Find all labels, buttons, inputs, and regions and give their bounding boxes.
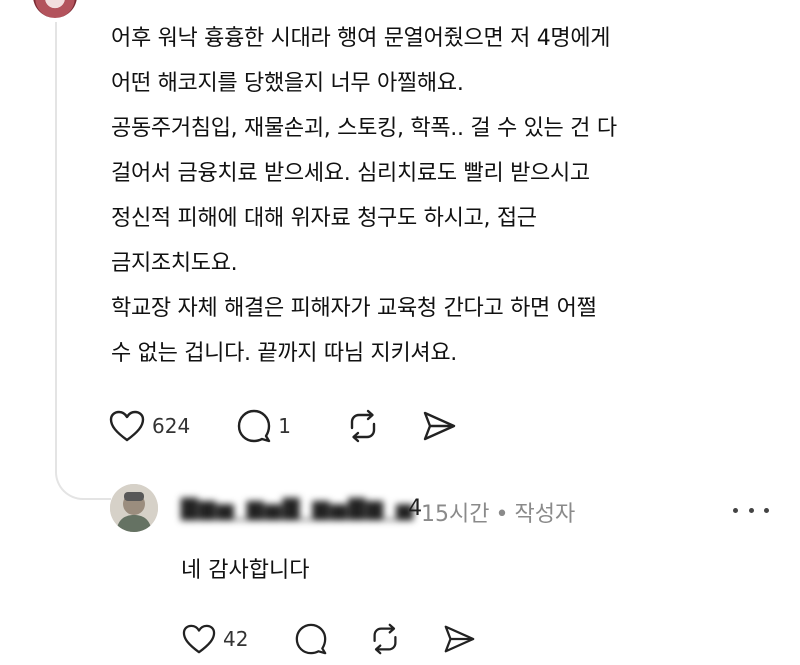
commenter-avatar[interactable]	[33, 0, 77, 18]
comment-line: 어떤 해코지를 당했을지 너무 아찔해요.	[111, 71, 464, 96]
meta-separator: •	[495, 502, 509, 527]
reply-button[interactable]	[294, 622, 328, 656]
reply-button[interactable]: 1	[236, 408, 291, 444]
comment-actions: 624 1	[108, 408, 457, 444]
repost-icon	[350, 409, 376, 443]
comment-line: 수 없는 겁니다. 끝까지 따님 지키셔요.	[111, 341, 457, 366]
comment-line: 금지조치도요.	[111, 251, 238, 276]
comment-line: 공동주거침입, 재물손괴, 스토킹, 학폭.. 걸 수 있는 건 다	[111, 116, 617, 141]
reply-time: 15시간	[421, 502, 490, 527]
repost-button[interactable]	[345, 408, 381, 444]
reply-username[interactable]: ▇▆▅_▆▅▇_▆▅▇▆_▅ 4	[181, 494, 422, 522]
send-icon	[445, 625, 475, 653]
blurred-username: ▇▆▅_▆▅▇_▆▅▇▆_▅	[181, 495, 415, 521]
like-button[interactable]: 42	[181, 623, 248, 655]
like-button[interactable]: 624	[108, 409, 190, 443]
reply-avatar[interactable]	[110, 484, 158, 532]
reply-actions: 42	[181, 622, 476, 656]
more-dots-icon	[733, 507, 738, 513]
like-count: 624	[152, 414, 191, 438]
reply-meta: 15시간 • 작성자	[421, 496, 575, 528]
repost-button[interactable]	[368, 622, 402, 656]
comment-line: 어후 워낙 흉흉한 시대라 행여 문열어줬으면 저 4명에게	[111, 26, 611, 51]
heart-icon	[182, 624, 216, 654]
repost-icon	[373, 623, 397, 655]
share-button[interactable]	[442, 622, 476, 656]
comment-bubble-icon	[237, 409, 271, 443]
more-options-button[interactable]	[733, 500, 769, 520]
send-icon	[423, 411, 456, 441]
more-dots-icon	[748, 507, 754, 513]
like-count: 42	[223, 627, 249, 651]
share-button[interactable]	[421, 408, 457, 444]
comment-line: 학교장 자체 해결은 피해자가 교육청 간다고 하면 어쩔	[111, 296, 597, 321]
reply-text: 네 감사합니다	[181, 558, 310, 583]
heart-icon	[109, 410, 145, 442]
thread-line	[55, 22, 57, 452]
author-badge: 작성자	[514, 502, 576, 527]
thread-connector	[55, 440, 111, 500]
comment-line: 걸어서 금융치료 받으세요. 심리치료도 빨리 받으시고	[111, 161, 590, 186]
comment-text: 어후 워낙 흉흉한 시대라 행여 문열어줬으면 저 4명에게 어떤 해코지를 당…	[111, 16, 771, 376]
avatar-image	[110, 484, 158, 532]
comment-line: 정신적 피해에 대해 위자료 청구도 하시고, 접근	[111, 206, 537, 231]
comment-bubble-icon	[296, 623, 327, 655]
more-dots-icon	[764, 507, 769, 513]
reply-count: 1	[278, 414, 291, 438]
